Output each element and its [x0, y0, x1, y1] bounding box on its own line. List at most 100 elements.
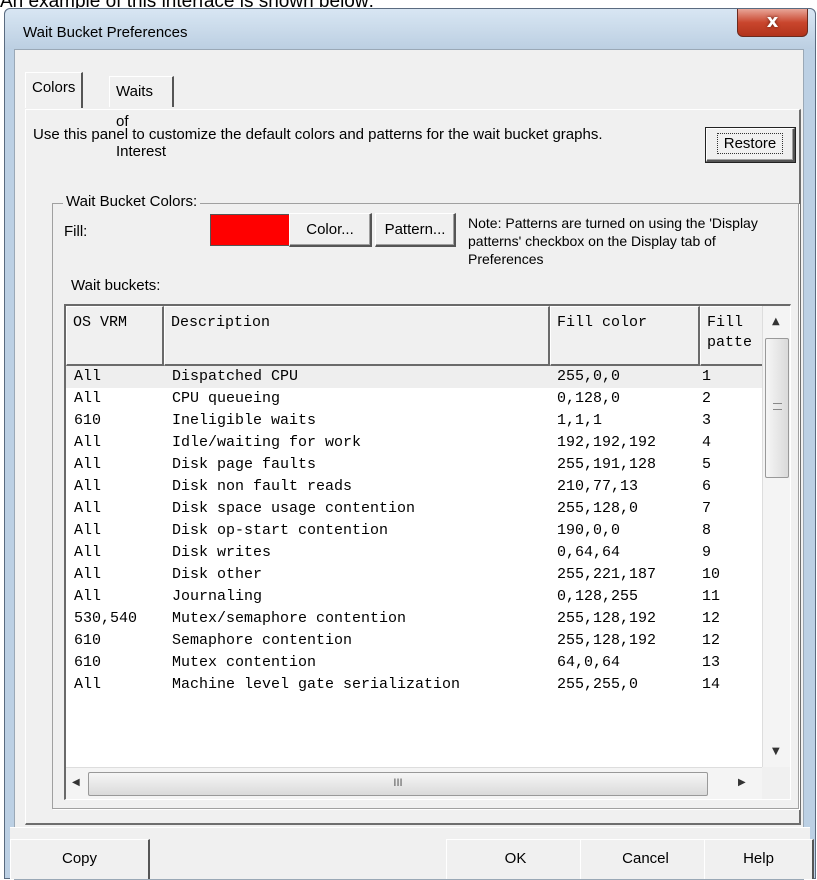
table-row[interactable]: 610 Mutex contention 64,0,64 13	[66, 652, 766, 674]
vertical-scroll-thumb[interactable]	[765, 338, 789, 478]
cell-os-vrm: All	[74, 368, 102, 385]
restore-button[interactable]: Restore	[705, 127, 796, 163]
cell-fill-color: 192,192,192	[557, 434, 657, 451]
cell-fill-color: 64,0,64	[557, 654, 621, 671]
table-row[interactable]: All Disk op-start contention 190,0,0 8	[66, 520, 766, 542]
horizontal-scrollbar[interactable]: ◀ III ▶	[66, 767, 765, 799]
cell-fill-pattern: 2	[702, 390, 712, 407]
cell-fill-color: 255,0,0	[557, 368, 621, 385]
column-header-os-vrm[interactable]: OS VRM	[66, 306, 164, 366]
scroll-down-icon[interactable]: ▼	[772, 746, 780, 757]
cell-os-vrm: All	[74, 676, 102, 693]
restore-button-label: Restore	[716, 133, 784, 154]
cell-os-vrm: All	[74, 588, 102, 605]
close-button[interactable]: x	[737, 9, 808, 37]
cell-fill-pattern: 5	[702, 456, 712, 473]
table-row[interactable]: All Machine level gate serialization 255,2…	[66, 674, 766, 696]
cell-fill-color: 255,221,187	[557, 566, 657, 583]
cell-description: Mutex contention	[172, 654, 317, 671]
cell-fill-color: 190,0,0	[557, 522, 621, 539]
cell-fill-pattern: 12	[702, 632, 721, 649]
cell-fill-pattern: 8	[702, 522, 712, 539]
cell-fill-pattern: 7	[702, 500, 712, 517]
cell-description: Mutex/semaphore contention	[172, 610, 407, 627]
grip-icon	[773, 403, 782, 410]
table-row[interactable]: All Disk page faults 255,191,128 5	[66, 454, 766, 476]
cell-description: Disk op-start contention	[172, 522, 389, 539]
table-row[interactable]: All Disk non fault reads 210,77,13 6	[66, 476, 766, 498]
wait-buckets-label: Wait buckets:	[71, 277, 161, 294]
cell-fill-pattern: 14	[702, 676, 721, 693]
table-row[interactable]: All Dispatched CPU 255,0,0 1	[66, 366, 766, 388]
cancel-button[interactable]: Cancel	[580, 839, 712, 879]
cell-os-vrm: All	[74, 544, 102, 561]
table-row[interactable]: All Disk other 255,221,187 10	[66, 564, 766, 586]
cell-fill-pattern: 4	[702, 434, 712, 451]
pattern-button[interactable]: Pattern...	[375, 213, 456, 247]
ok-button[interactable]: OK	[446, 839, 586, 879]
table-row[interactable]: All Idle/waiting for work 192,192,192 4	[66, 432, 766, 454]
scroll-corner	[762, 767, 790, 799]
tab-colors[interactable]: Colors	[25, 72, 84, 108]
cell-description: Disk non fault reads	[172, 478, 353, 495]
cell-description: Ineligible waits	[172, 412, 317, 429]
scroll-up-icon[interactable]: ▲	[772, 316, 780, 327]
table-header: OS VRM Description Fill color Fill patte	[66, 306, 770, 366]
cell-os-vrm: All	[74, 434, 102, 451]
cell-fill-color: 0,128,255	[557, 588, 639, 605]
cell-os-vrm: All	[74, 522, 102, 539]
cell-fill-color: 255,128,192	[557, 632, 657, 649]
cell-os-vrm: All	[74, 500, 102, 517]
scroll-right-icon[interactable]: ▶	[738, 777, 746, 788]
group-label: Wait Bucket Colors:	[63, 193, 201, 210]
cell-fill-pattern: 1	[702, 368, 712, 385]
table-row[interactable]: 610 Ineligible waits 1,1,1 3	[66, 410, 766, 432]
help-button[interactable]: Help	[704, 839, 814, 879]
cell-description: Disk other	[172, 566, 263, 583]
cell-fill-color: 255,128,0	[557, 500, 639, 517]
cell-fill-color: 255,191,128	[557, 456, 657, 473]
table-row[interactable]: All CPU queueing 0,128,0 2	[66, 388, 766, 410]
tab-waits-of-interest[interactable]: Waits of Interest	[109, 76, 175, 160]
cell-os-vrm: 530,540	[74, 610, 138, 627]
cell-os-vrm: All	[74, 390, 102, 407]
table-row[interactable]: All Disk writes 0,64,64 9	[66, 542, 766, 564]
column-header-fill-color[interactable]: Fill color	[550, 306, 700, 366]
cell-fill-pattern: 13	[702, 654, 721, 671]
table-body: All Dispatched CPU 255,0,0 1 All CPU queueing…	[66, 366, 766, 696]
cell-os-vrm: 610	[74, 632, 102, 649]
cell-os-vrm: 610	[74, 654, 102, 671]
close-icon: x	[766, 11, 779, 32]
column-header-fill-pattern[interactable]: Fill patte	[700, 306, 770, 366]
cell-fill-color: 0,128,0	[557, 390, 621, 407]
patterns-note: Note: Patterns are turned on using the '…	[468, 215, 758, 267]
scroll-left-icon[interactable]: ◀	[72, 777, 80, 788]
cell-os-vrm: All	[74, 456, 102, 473]
horizontal-scroll-thumb[interactable]: III	[88, 772, 708, 796]
cell-description: Idle/waiting for work	[172, 434, 362, 451]
cell-fill-color: 255,255,0	[557, 676, 639, 693]
cell-description: Disk space usage contention	[172, 500, 416, 517]
column-header-description[interactable]: Description	[164, 306, 550, 366]
cell-os-vrm: All	[74, 566, 102, 583]
table-row[interactable]: 610 Semaphore contention 255,128,192 12	[66, 630, 766, 652]
fill-label: Fill:	[64, 223, 88, 240]
cell-description: CPU queueing	[172, 390, 281, 407]
cell-os-vrm: 610	[74, 412, 102, 429]
cell-description: Disk page faults	[172, 456, 317, 473]
table-row[interactable]: All Disk space usage contention 255,128,0 7	[66, 498, 766, 520]
vertical-scrollbar[interactable]: ▲ ▼	[762, 306, 790, 770]
cell-os-vrm: All	[74, 478, 102, 495]
cell-description: Journaling	[172, 588, 263, 605]
copy-button[interactable]: Copy	[10, 839, 150, 879]
table-row[interactable]: 530,540 Mutex/semaphore contention 255,128…	[66, 608, 766, 630]
title-bar[interactable]: Wait Bucket Preferences x	[5, 9, 815, 49]
color-button[interactable]: Color...	[289, 213, 372, 247]
cell-fill-pattern: 6	[702, 478, 712, 495]
cell-description: Dispatched CPU	[172, 368, 299, 385]
cell-fill-pattern: 3	[702, 412, 712, 429]
cell-fill-color: 0,64,64	[557, 544, 621, 561]
cell-description: Machine level gate serialization	[172, 676, 461, 693]
fill-color-swatch	[210, 214, 290, 246]
table-row[interactable]: All Journaling 0,128,255 11	[66, 586, 766, 608]
